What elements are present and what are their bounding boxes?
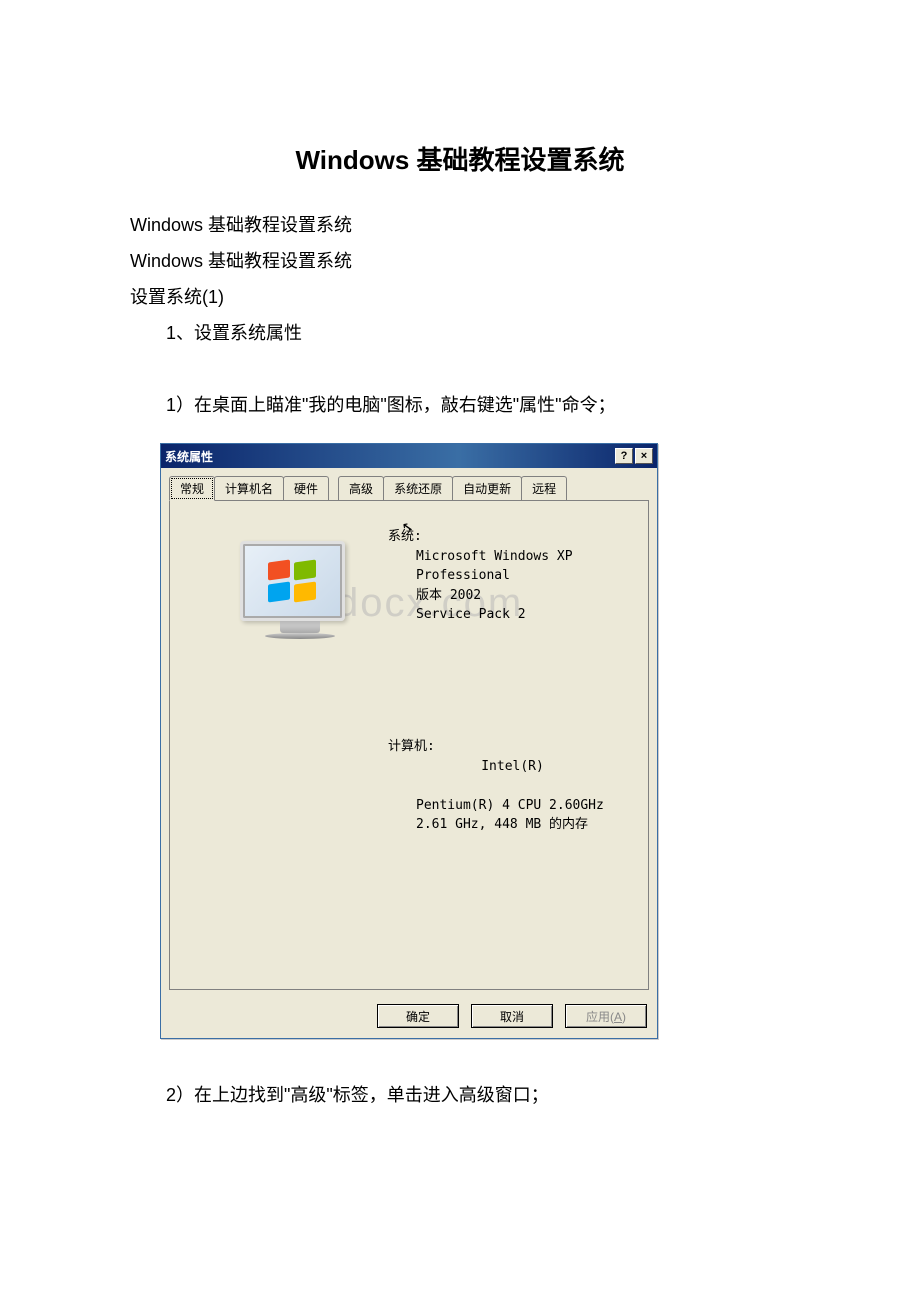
system-info: 系统: Microsoft Windows XP Professional 版本… <box>388 527 573 625</box>
computer-line-3: 2.61 GHz, 448 MB 的内存 <box>416 815 604 835</box>
step-2-body: 2）在上边找到"高级"标签，单击进入高级窗口； <box>130 1077 790 1113</box>
tab-strip: 常规 计算机名 硬件 高级 系统还原 自动更新 远程 <box>161 468 657 500</box>
system-line-4: Service Pack 2 <box>416 605 573 625</box>
button-row: 确定 取消 应用(A) <box>161 998 657 1038</box>
line-1: Windows 基础教程设置系统 <box>130 207 790 243</box>
ok-button[interactable]: 确定 <box>377 1004 459 1028</box>
tab-computer-name[interactable]: 计算机名 <box>214 476 284 500</box>
page-title: Windows 基础教程设置系统 <box>130 140 790 177</box>
tab-remote[interactable]: 远程 <box>521 476 567 500</box>
system-properties-dialog: 系统属性 ? × 常规 计算机名 硬件 高级 系统还原 自动更新 远程 ↖ w.… <box>160 443 658 1039</box>
computer-line-2: Pentium(R) 4 CPU 2.60GHz <box>416 796 604 816</box>
computer-info: 计算机: Intel(R) Pentium(R) 4 CPU 2.60GHz 2… <box>388 737 604 835</box>
tab-content: ↖ w.bdocx.com 系统: Microsoft Window <box>169 500 649 990</box>
cancel-button[interactable]: 取消 <box>471 1004 553 1028</box>
body-content: Windows 基础教程设置系统 Windows 基础教程设置系统 设置系统(1… <box>130 207 790 423</box>
step-1-heading: 1、设置系统属性 <box>130 315 790 351</box>
system-line-1: Microsoft Windows XP <box>416 547 573 567</box>
computer-label: 计算机: <box>388 737 604 757</box>
tab-system-restore[interactable]: 系统还原 <box>383 476 453 500</box>
system-label: 系统: <box>388 527 573 547</box>
apply-label: 应用(A) <box>586 1008 626 1025</box>
line-2: Windows 基础教程设置系统 <box>130 243 790 279</box>
windows-logo-icon <box>268 561 318 601</box>
line-3: 设置系统(1) <box>130 279 790 315</box>
step-1-body: 1）在桌面上瞄准"我的电脑"图标，敲右键选"属性"命令； <box>130 387 790 423</box>
title-bar[interactable]: 系统属性 ? × <box>161 444 657 468</box>
tab-general[interactable]: 常规 <box>169 476 215 501</box>
tab-hardware[interactable]: 硬件 <box>283 476 329 500</box>
computer-line-1: Intel(R) <box>416 757 604 777</box>
tab-auto-update[interactable]: 自动更新 <box>452 476 522 500</box>
tab-advanced[interactable]: 高级 <box>338 476 384 500</box>
system-line-3: 版本 2002 <box>416 586 573 606</box>
help-button[interactable]: ? <box>615 448 633 464</box>
monitor-icon <box>240 541 360 651</box>
body-content-2: 2）在上边找到"高级"标签，单击进入高级窗口； <box>130 1077 790 1113</box>
system-line-2: Professional <box>416 566 573 586</box>
apply-button[interactable]: 应用(A) <box>565 1004 647 1028</box>
title-text: 系统属性 <box>165 448 213 465</box>
close-button[interactable]: × <box>635 448 653 464</box>
